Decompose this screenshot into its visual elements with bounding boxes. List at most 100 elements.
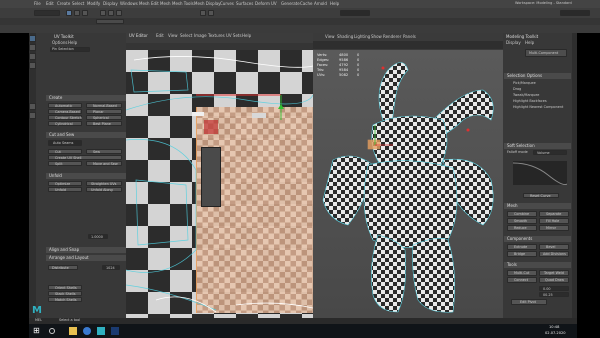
taskbar-app-browser-icon[interactable]: [83, 327, 91, 335]
checkbox-drag[interactable]: Drag: [513, 87, 521, 91]
quad-draw-button[interactable]: Quad Draw: [539, 277, 569, 283]
edit-pivot-button[interactable]: Edit Pivot: [511, 299, 547, 305]
mel-label[interactable]: MEL: [35, 318, 42, 322]
shelf-tab-poly-modeling[interactable]: [96, 19, 124, 24]
uv-menu-help[interactable]: Help: [242, 34, 251, 38]
vp-menu-lighting[interactable]: Lighting: [354, 35, 370, 39]
taskbar-app-photoshop-icon[interactable]: [111, 327, 119, 335]
checkbox-highlight-nearest[interactable]: Highlight Nearest Component: [513, 105, 563, 109]
menu-mesh-tools[interactable]: Mesh Tools: [172, 2, 194, 6]
bevel-button[interactable]: Bevel: [539, 244, 569, 250]
sew-button[interactable]: Sew: [86, 149, 122, 154]
uv-menu-uv-sets[interactable]: UV Sets: [226, 34, 242, 38]
uv-toolkit-menu-options[interactable]: Options: [52, 41, 67, 45]
uv-editor-canvas[interactable]: [126, 50, 313, 318]
viewport-icon-bar[interactable]: [313, 41, 503, 49]
section-unfold-header[interactable]: Unfold: [46, 173, 126, 179]
menu-curves[interactable]: Curves: [220, 2, 234, 6]
taskbar-clock-date[interactable]: 02.07.2020: [545, 331, 566, 336]
paint-icon[interactable]: [82, 10, 88, 16]
split-button[interactable]: Split: [48, 161, 82, 166]
windows-start-icon[interactable]: ⊞: [33, 327, 40, 335]
uv-menu-textures[interactable]: Textures: [208, 34, 225, 38]
selection-options-header[interactable]: Selection Options: [504, 73, 571, 79]
mirror-button[interactable]: Mirror: [539, 225, 569, 231]
separate-button[interactable]: Separate: [539, 211, 569, 217]
sign-in-button[interactable]: [560, 10, 590, 16]
soft-selection-header[interactable]: Soft Selection: [504, 143, 571, 149]
move-and-sew-button[interactable]: Move and Sew: [86, 161, 122, 166]
orient-shells-button[interactable]: Orient Shells: [48, 285, 82, 290]
menu-windows[interactable]: Windows: [120, 2, 138, 6]
menu-arnold[interactable]: Arnold: [314, 2, 327, 6]
connect-button[interactable]: Connect: [507, 277, 537, 283]
uv-toolkit-menu-help[interactable]: Help: [68, 41, 77, 45]
menu-file[interactable]: File: [34, 2, 41, 6]
menu-edit-mesh[interactable]: Edit Mesh: [151, 2, 171, 6]
taskbar-app-explorer-icon[interactable]: [69, 327, 77, 335]
checkbox-pick-marquee[interactable]: Pick/Marquee: [513, 81, 536, 85]
search-field[interactable]: [340, 10, 370, 16]
mesh-header[interactable]: Mesh: [504, 203, 571, 209]
extrude-button[interactable]: Extrude: [507, 244, 537, 250]
optimize-button[interactable]: Optimize: [48, 181, 82, 186]
workspace-label[interactable]: Workspace: Modeling - Standard: [515, 1, 572, 6]
uv-menu-image[interactable]: Image: [194, 34, 207, 38]
taskbar-search-icon[interactable]: [49, 328, 55, 334]
uv-menu-edit[interactable]: Edit: [156, 34, 164, 38]
vp-menu-renderer[interactable]: Renderer: [383, 35, 401, 39]
match-shells-button[interactable]: Match Shells: [48, 297, 82, 302]
taskbar-clock-time[interactable]: 10:48: [549, 325, 559, 330]
smooth-button[interactable]: Smooth: [507, 218, 537, 224]
layout-single-icon[interactable]: [29, 103, 36, 110]
unfold-button[interactable]: Unfold: [48, 187, 82, 192]
height-field-value[interactable]: 00.25: [539, 292, 569, 297]
reduce-button[interactable]: Reduce: [507, 225, 537, 231]
menu-display[interactable]: Display: [103, 2, 118, 6]
size-field[interactable]: 1024: [102, 265, 120, 270]
taskbar-app-maya-icon[interactable]: [97, 327, 105, 335]
bridge-button[interactable]: Bridge: [507, 251, 537, 257]
checkbox-highlight-backfaces[interactable]: Highlight Backfaces: [513, 99, 547, 103]
contour-stretch-button[interactable]: Contour Stretch: [48, 115, 82, 120]
falloff-curve-graph[interactable]: [512, 161, 568, 186]
iterations-field[interactable]: 1.0000: [88, 234, 108, 239]
section-cut-sew-header[interactable]: Cut and Sew: [46, 132, 126, 138]
uv-menu-view[interactable]: View: [168, 34, 178, 38]
select-tool-icon[interactable]: [29, 35, 36, 42]
tools-header[interactable]: Tools: [504, 262, 571, 268]
checkbox-tweak-marquee[interactable]: Tweak/Marquee: [513, 93, 539, 97]
menu-modify[interactable]: Modify: [87, 2, 100, 6]
best-plane-button[interactable]: Best Plane: [86, 121, 122, 126]
rotate-tool-icon[interactable]: [29, 53, 36, 60]
ipr-icon[interactable]: [208, 10, 214, 16]
distribute-button[interactable]: Distribute: [48, 265, 78, 270]
components-header[interactable]: Components: [504, 236, 571, 242]
normal-based-button[interactable]: Normal-Based: [86, 103, 122, 108]
unfold-along-button[interactable]: Unfold Along: [86, 187, 122, 192]
render-icon[interactable]: [200, 10, 206, 16]
target-weld-button[interactable]: Target Weld: [539, 270, 569, 276]
vp-menu-view[interactable]: View: [325, 35, 335, 39]
straighten-uvs-button[interactable]: Straighten UVs: [86, 181, 122, 186]
menu-generate[interactable]: Generate: [281, 2, 300, 6]
mt-menu-help[interactable]: Help: [525, 41, 534, 45]
uv-menu-select[interactable]: Select: [180, 34, 192, 38]
menu-help[interactable]: Help: [330, 2, 339, 6]
menu-create[interactable]: Create: [57, 2, 70, 6]
menu-uv[interactable]: UV: [271, 2, 277, 6]
menu-edit[interactable]: Edit: [46, 2, 54, 6]
mt-menu-display[interactable]: Display: [506, 41, 521, 45]
vp-menu-show[interactable]: Show: [371, 35, 382, 39]
multi-cut-button[interactable]: Multi-Cut: [507, 270, 537, 276]
section-align-snap-header[interactable]: Align and Snap: [46, 247, 126, 253]
move-tool-icon[interactable]: [29, 44, 36, 51]
falloff-mode-dropdown[interactable]: Volume: [533, 150, 567, 155]
character-model[interactable]: [313, 50, 503, 318]
reset-curve-button[interactable]: Reset Curve: [523, 193, 559, 198]
automatic-button[interactable]: Automatic: [48, 103, 82, 108]
menu-surfaces[interactable]: Surfaces: [236, 2, 253, 6]
menu-mesh[interactable]: Mesh: [139, 2, 150, 6]
spherical-button[interactable]: Spherical: [86, 115, 122, 120]
snap-curve-icon[interactable]: [108, 10, 114, 16]
